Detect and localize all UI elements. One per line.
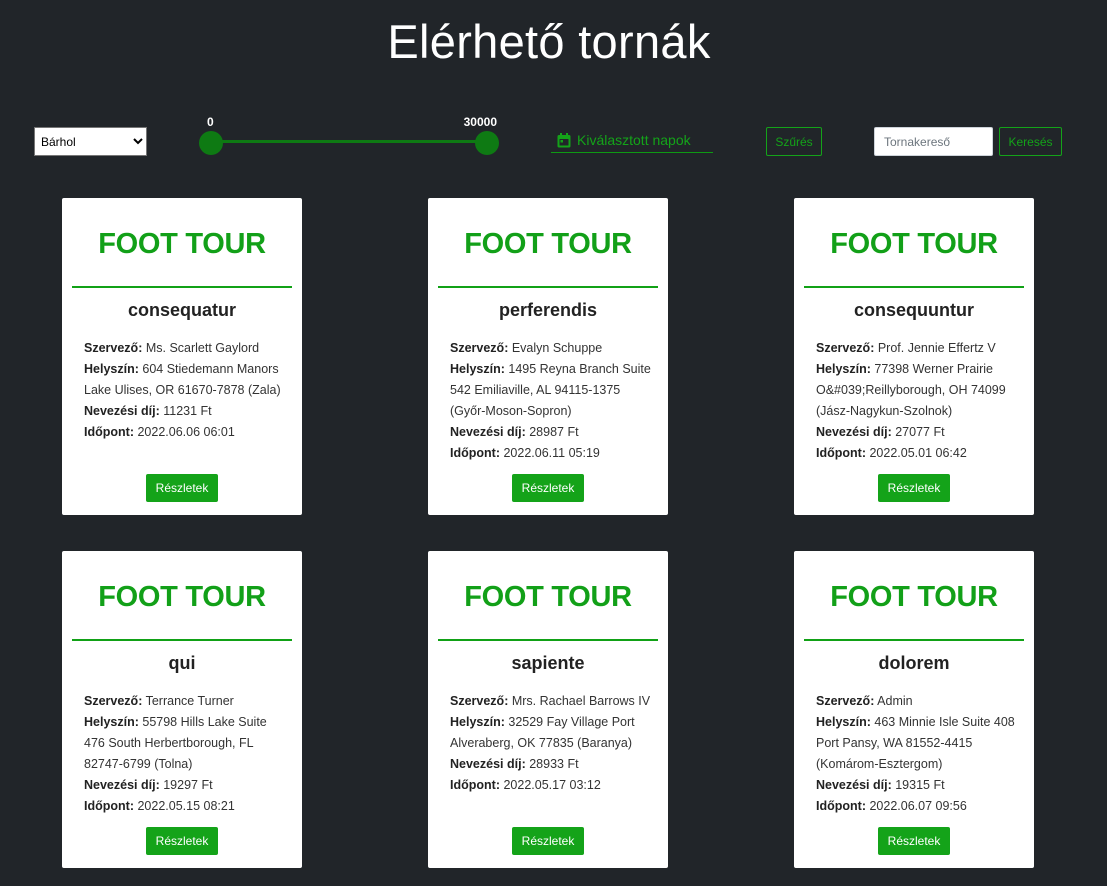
fee-value: 28987 Ft bbox=[529, 425, 579, 439]
tournament-info: Szervező: Admin Helyszín: 463 Minnie Isl… bbox=[816, 691, 1021, 817]
tournament-card: FOOT TOUR qui Szervező: Terrance Turner … bbox=[62, 551, 302, 868]
card-divider bbox=[438, 286, 658, 288]
card-divider bbox=[72, 639, 292, 641]
time-label: Időpont: bbox=[816, 799, 866, 813]
fee-value: 27077 Ft bbox=[895, 425, 945, 439]
tournament-card: FOOT TOUR consequatur Szervező: Ms. Scar… bbox=[62, 198, 302, 515]
details-button[interactable]: Részletek bbox=[512, 474, 584, 502]
tournament-title: consequuntur bbox=[854, 300, 974, 320]
organizer-label: Szervező: bbox=[84, 341, 143, 355]
organizer-label: Szervező: bbox=[450, 341, 509, 355]
location-label: Helyszín: bbox=[84, 715, 139, 729]
time-label: Időpont: bbox=[450, 446, 500, 460]
organizer-label: Szervező: bbox=[84, 694, 143, 708]
card-divider bbox=[804, 286, 1024, 288]
organizer-label: Szervező: bbox=[816, 341, 875, 355]
filter-button[interactable]: Szűrés bbox=[766, 127, 822, 156]
card-divider bbox=[438, 639, 658, 641]
card-divider bbox=[72, 286, 292, 288]
price-min-label: 0 bbox=[207, 115, 214, 129]
time-value: 2022.05.01 06:42 bbox=[869, 446, 967, 460]
location-label: Helyszín: bbox=[450, 362, 505, 376]
details-button[interactable]: Részletek bbox=[512, 827, 584, 855]
time-value: 2022.05.17 03:12 bbox=[503, 778, 601, 792]
organizer-label: Szervező: bbox=[816, 694, 875, 708]
location-label: Helyszín: bbox=[816, 362, 871, 376]
fee-label: Nevezési díj: bbox=[816, 778, 892, 792]
tournament-info: Szervező: Prof. Jennie Effertz V Helyszí… bbox=[816, 338, 1021, 464]
tournament-info: Szervező: Terrance Turner Helyszín: 5579… bbox=[84, 691, 289, 817]
tournament-title: consequatur bbox=[127, 300, 237, 320]
fee-label: Nevezési díj: bbox=[816, 425, 892, 439]
price-range-slider[interactable]: 0 30000 bbox=[198, 115, 500, 155]
details-button[interactable]: Részletek bbox=[878, 474, 950, 502]
date-picker-field[interactable]: Kiválasztott napok bbox=[551, 128, 713, 153]
tournament-title: perferendis bbox=[498, 300, 598, 320]
fee-label: Nevezési díj: bbox=[450, 757, 526, 771]
fee-label: Nevezési díj: bbox=[450, 425, 526, 439]
foot-tour-logo: FOOT TOUR bbox=[830, 228, 998, 260]
location-select[interactable]: Bárhol bbox=[34, 127, 147, 156]
calendar-icon bbox=[557, 132, 571, 147]
organizer-value: Evalyn Schuppe bbox=[511, 341, 603, 355]
organizer-value: Mrs. Rachael Barrows IV bbox=[511, 694, 651, 708]
tournament-info: Szervező: Ms. Scarlett Gaylord Helyszín:… bbox=[84, 338, 289, 443]
tournament-info: Szervező: Mrs. Rachael Barrows IV Helysz… bbox=[450, 691, 655, 796]
details-button[interactable]: Részletek bbox=[878, 827, 950, 855]
price-range-track[interactable] bbox=[210, 140, 486, 143]
fee-value: 19315 Ft bbox=[895, 778, 945, 792]
time-label: Időpont: bbox=[84, 425, 134, 439]
organizer-value: Prof. Jennie Effertz V bbox=[877, 341, 996, 355]
fee-value: 28933 Ft bbox=[529, 757, 579, 771]
organizer-label: Szervező: bbox=[450, 694, 509, 708]
tournament-title: sapiente bbox=[511, 653, 585, 673]
time-label: Időpont: bbox=[84, 799, 134, 813]
location-label: Helyszín: bbox=[450, 715, 505, 729]
details-button[interactable]: Részletek bbox=[146, 827, 218, 855]
page-title: Elérhető tornák bbox=[387, 15, 711, 68]
foot-tour-logo: FOOT TOUR bbox=[98, 581, 266, 613]
time-label: Időpont: bbox=[450, 778, 500, 792]
tournament-card: FOOT TOUR perferendis Szervező: Evalyn S… bbox=[428, 198, 668, 515]
organizer-value: Ms. Scarlett Gaylord bbox=[145, 341, 260, 355]
time-value: 2022.06.07 09:56 bbox=[869, 799, 967, 813]
tournament-card: FOOT TOUR sapiente Szervező: Mrs. Rachae… bbox=[428, 551, 668, 868]
tournament-title: dolorem bbox=[878, 653, 950, 673]
time-value: 2022.06.11 05:19 bbox=[503, 446, 600, 460]
price-min-thumb[interactable] bbox=[199, 131, 223, 155]
tournament-search-input[interactable] bbox=[874, 127, 993, 156]
organizer-value: Admin bbox=[877, 694, 913, 708]
price-max-thumb[interactable] bbox=[475, 131, 499, 155]
fee-value: 19297 Ft bbox=[163, 778, 213, 792]
date-placeholder: Kiválasztott napok bbox=[577, 132, 691, 148]
tournament-title: qui bbox=[168, 653, 196, 673]
card-divider bbox=[804, 639, 1024, 641]
tournament-card: FOOT TOUR dolorem Szervező: Admin Helysz… bbox=[794, 551, 1034, 868]
foot-tour-logo: FOOT TOUR bbox=[830, 581, 998, 613]
search-button[interactable]: Keresés bbox=[999, 127, 1062, 156]
tournament-card: FOOT TOUR consequuntur Szervező: Prof. J… bbox=[794, 198, 1034, 515]
foot-tour-logo: FOOT TOUR bbox=[464, 581, 632, 613]
location-label: Helyszín: bbox=[84, 362, 139, 376]
fee-label: Nevezési díj: bbox=[84, 778, 160, 792]
details-button[interactable]: Részletek bbox=[146, 474, 218, 502]
price-max-label: 30000 bbox=[463, 115, 497, 129]
fee-label: Nevezési díj: bbox=[84, 404, 160, 418]
organizer-value: Terrance Turner bbox=[145, 694, 234, 708]
time-value: 2022.05.15 08:21 bbox=[137, 799, 235, 813]
tournament-info: Szervező: Evalyn Schuppe Helyszín: 1495 … bbox=[450, 338, 655, 464]
time-label: Időpont: bbox=[816, 446, 866, 460]
fee-value: 11231 Ft bbox=[163, 404, 212, 418]
location-label: Helyszín: bbox=[816, 715, 871, 729]
foot-tour-logo: FOOT TOUR bbox=[98, 228, 266, 260]
time-value: 2022.06.06 06:01 bbox=[137, 425, 235, 439]
foot-tour-logo: FOOT TOUR bbox=[464, 228, 632, 260]
